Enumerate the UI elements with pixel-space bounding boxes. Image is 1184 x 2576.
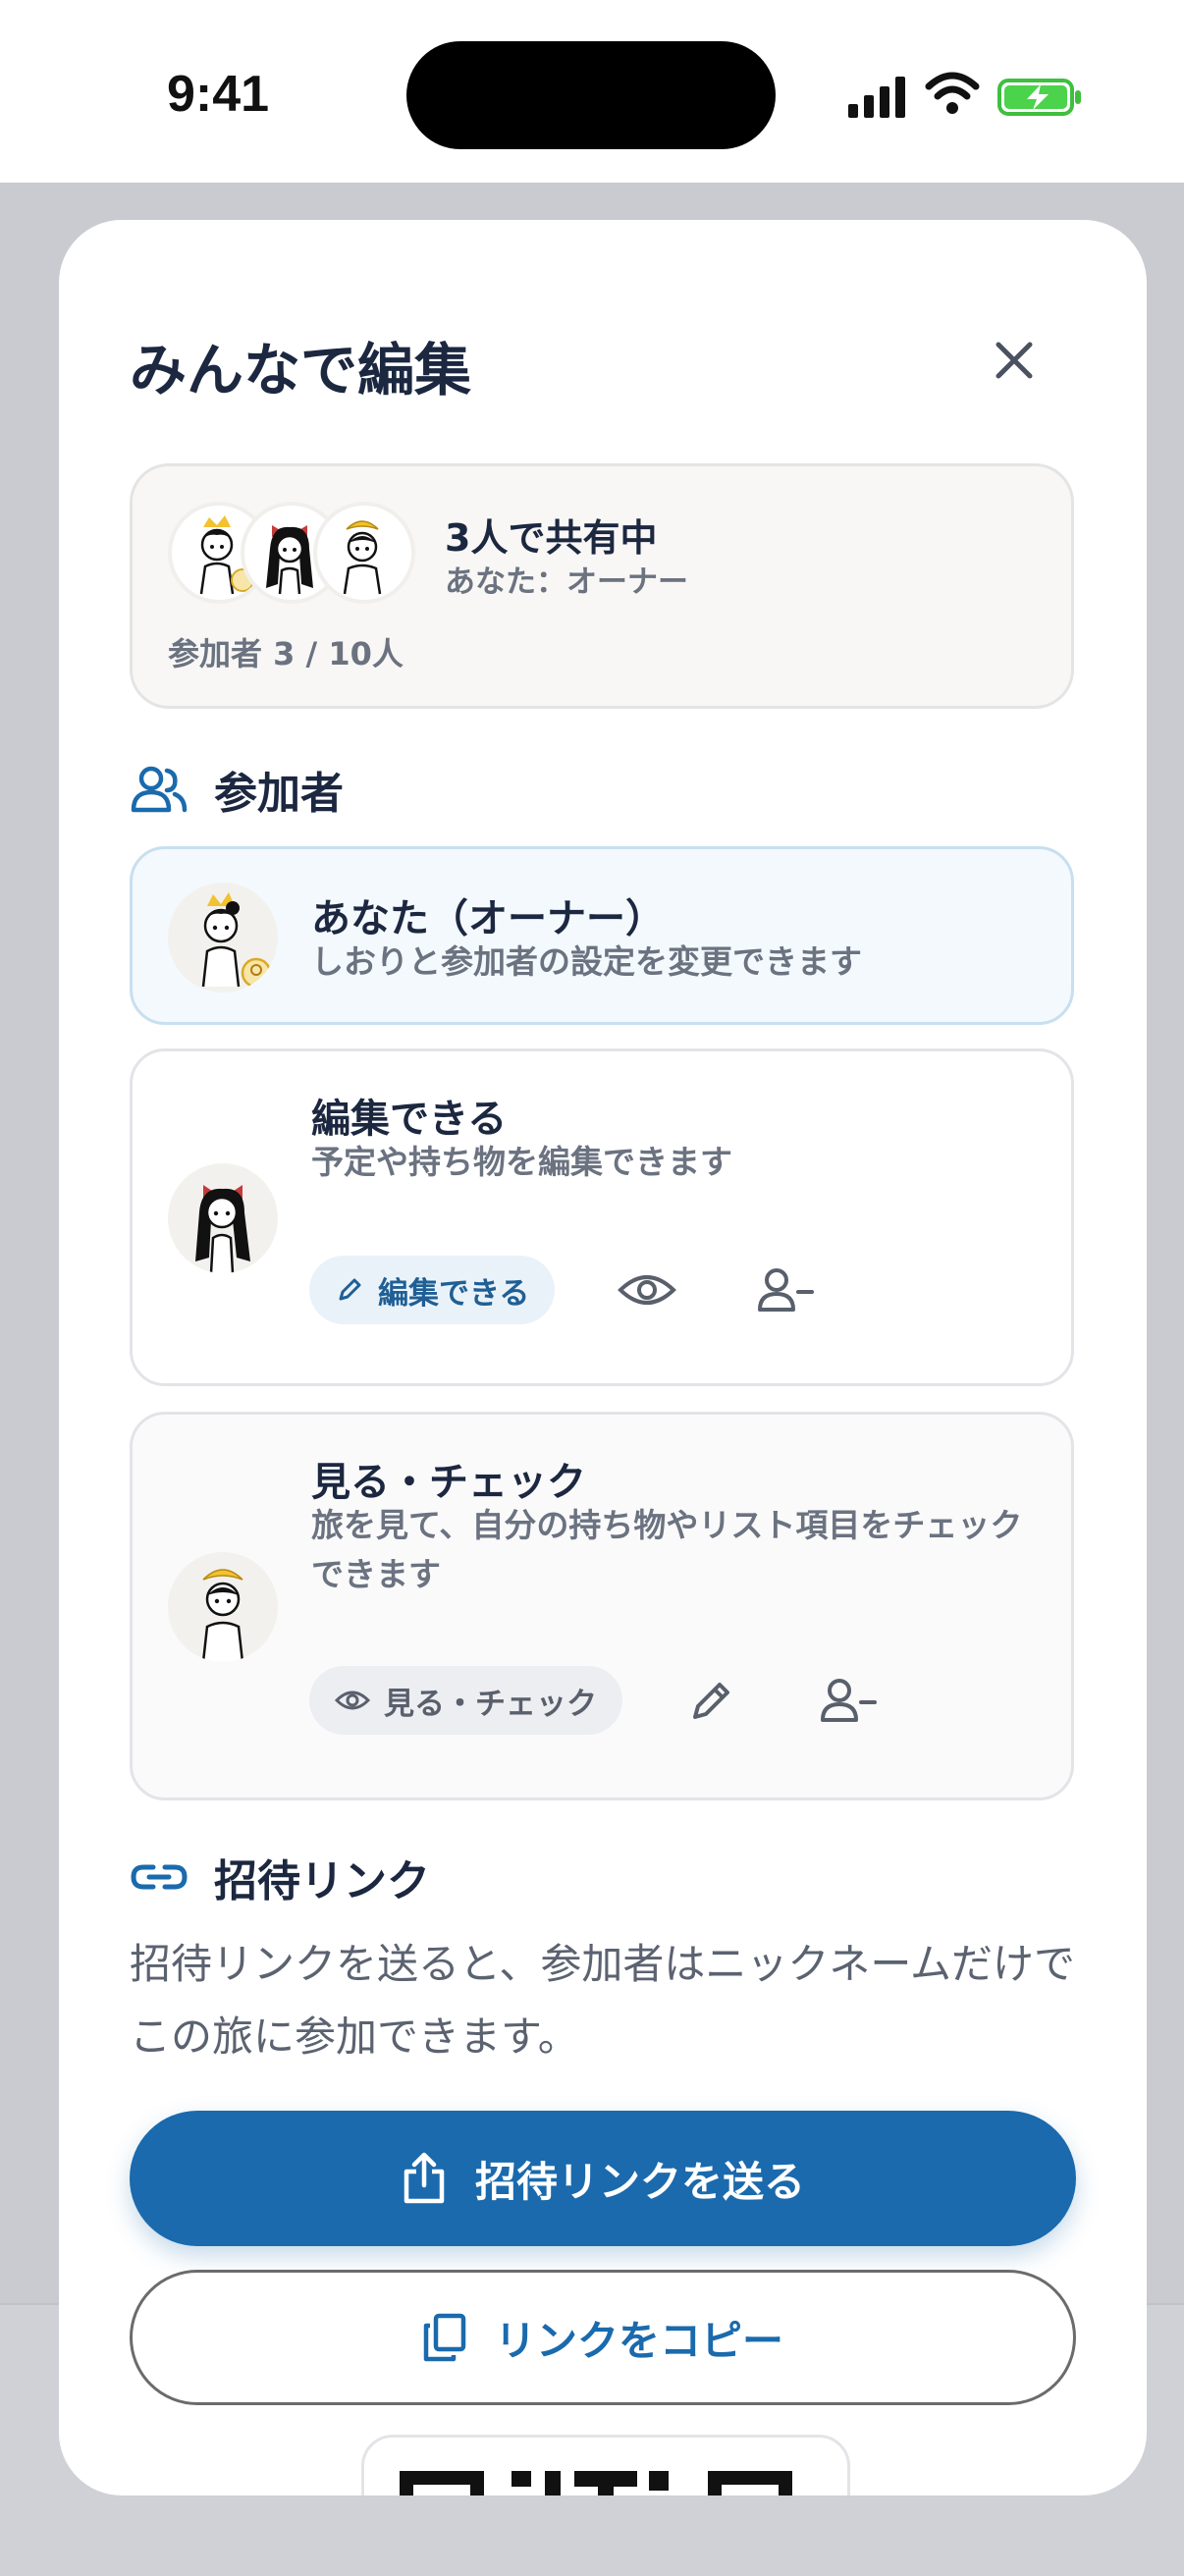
copy-link-button[interactable]: リンクをコピー (130, 2270, 1076, 2405)
link-icon (131, 1864, 188, 1890)
invite-heading: 招待リンク (130, 1846, 430, 1908)
close-icon (996, 342, 1033, 379)
member-card-viewer: 見る・チェック 旅を見て、自分の持ち物やリスト項目をチェックできます 見る・チェ… (130, 1412, 1074, 1800)
editor-title: 編集できる (311, 1097, 508, 1142)
participants-heading-label: 参加者 (214, 769, 344, 819)
wifi-icon (925, 72, 980, 114)
viewer-title: 見る・チェック (311, 1460, 586, 1505)
pencil-icon (339, 1278, 361, 1301)
battery-charging-icon (997, 79, 1081, 116)
copy-link-label: リンクをコピー (494, 2316, 783, 2365)
role-chip-view-label: 見る・チェック (384, 1686, 597, 1722)
owner-member-avatar (168, 883, 278, 993)
copy-icon (423, 2313, 466, 2362)
users-icon (131, 766, 188, 813)
share-sheet: みんなで編集 3人で共有中 あなた：オーナー 参加者 3 / 10人 参加者 あ… (59, 220, 1147, 2496)
eye-icon (618, 1275, 676, 1305)
status-time: 9:41 (167, 66, 270, 123)
owner-desc: しおりと参加者の設定を変更できます (311, 942, 862, 981)
role-chip-view-selected[interactable]: 見る・チェック (309, 1666, 622, 1735)
qr-code-card (361, 2435, 850, 2496)
viewer-member-avatar (168, 1552, 278, 1662)
invite-heading-label: 招待リンク (214, 1856, 430, 1906)
editor-desc: 予定や持ち物を編集できます (311, 1143, 732, 1181)
dynamic-island (406, 41, 776, 149)
viewer-desc: 旅を見て、自分の持ち物やリスト項目をチェックできます (311, 1506, 1023, 1593)
remove-member-button[interactable] (755, 1259, 818, 1321)
cellular-signal-icon (848, 77, 905, 118)
viewer-avatar (313, 502, 415, 604)
remove-member-button[interactable] (818, 1669, 881, 1732)
pencil-icon (693, 1683, 729, 1719)
eye-icon (335, 1690, 370, 1710)
sheet-title: みんなで編集 (130, 337, 472, 403)
invite-description: 招待リンクを送ると、参加者はニックネームだけでこの旅に参加できます。 (130, 1940, 1076, 2061)
role-chip-edit-label: 編集できる (378, 1275, 530, 1312)
member-card-owner: あなた（オーナー） しおりと参加者の設定を変更できます (130, 846, 1074, 1025)
qr-code-icon (400, 2471, 792, 2496)
participant-count: 参加者 3 / 10人 (168, 635, 404, 672)
user-remove-icon (758, 1268, 814, 1312)
role-chip-edit-selected[interactable]: 編集できる (309, 1256, 556, 1324)
owner-title: あなた（オーナー） (311, 896, 665, 941)
send-invite-link-button[interactable]: 招待リンクを送る (130, 2111, 1076, 2246)
user-remove-icon (821, 1679, 877, 1722)
participants-heading: 参加者 (130, 758, 344, 821)
editor-member-avatar (168, 1163, 278, 1273)
status-bar: 9:41 (0, 0, 1184, 183)
share-count-title: 3人で共有中 (445, 516, 658, 560)
share-summary-card: 3人で共有中 あなた：オーナー 参加者 3 / 10人 (130, 463, 1074, 709)
share-icon (404, 2152, 445, 2204)
set-edit-role-button[interactable] (680, 1669, 743, 1732)
set-view-role-button[interactable] (616, 1259, 678, 1321)
member-card-editor: 編集できる 予定や持ち物を編集できます 編集できる (130, 1048, 1074, 1386)
close-button[interactable] (980, 326, 1049, 395)
my-role-label: あなた：オーナー (445, 564, 688, 600)
send-invite-link-label: 招待リンクを送る (474, 2157, 805, 2206)
